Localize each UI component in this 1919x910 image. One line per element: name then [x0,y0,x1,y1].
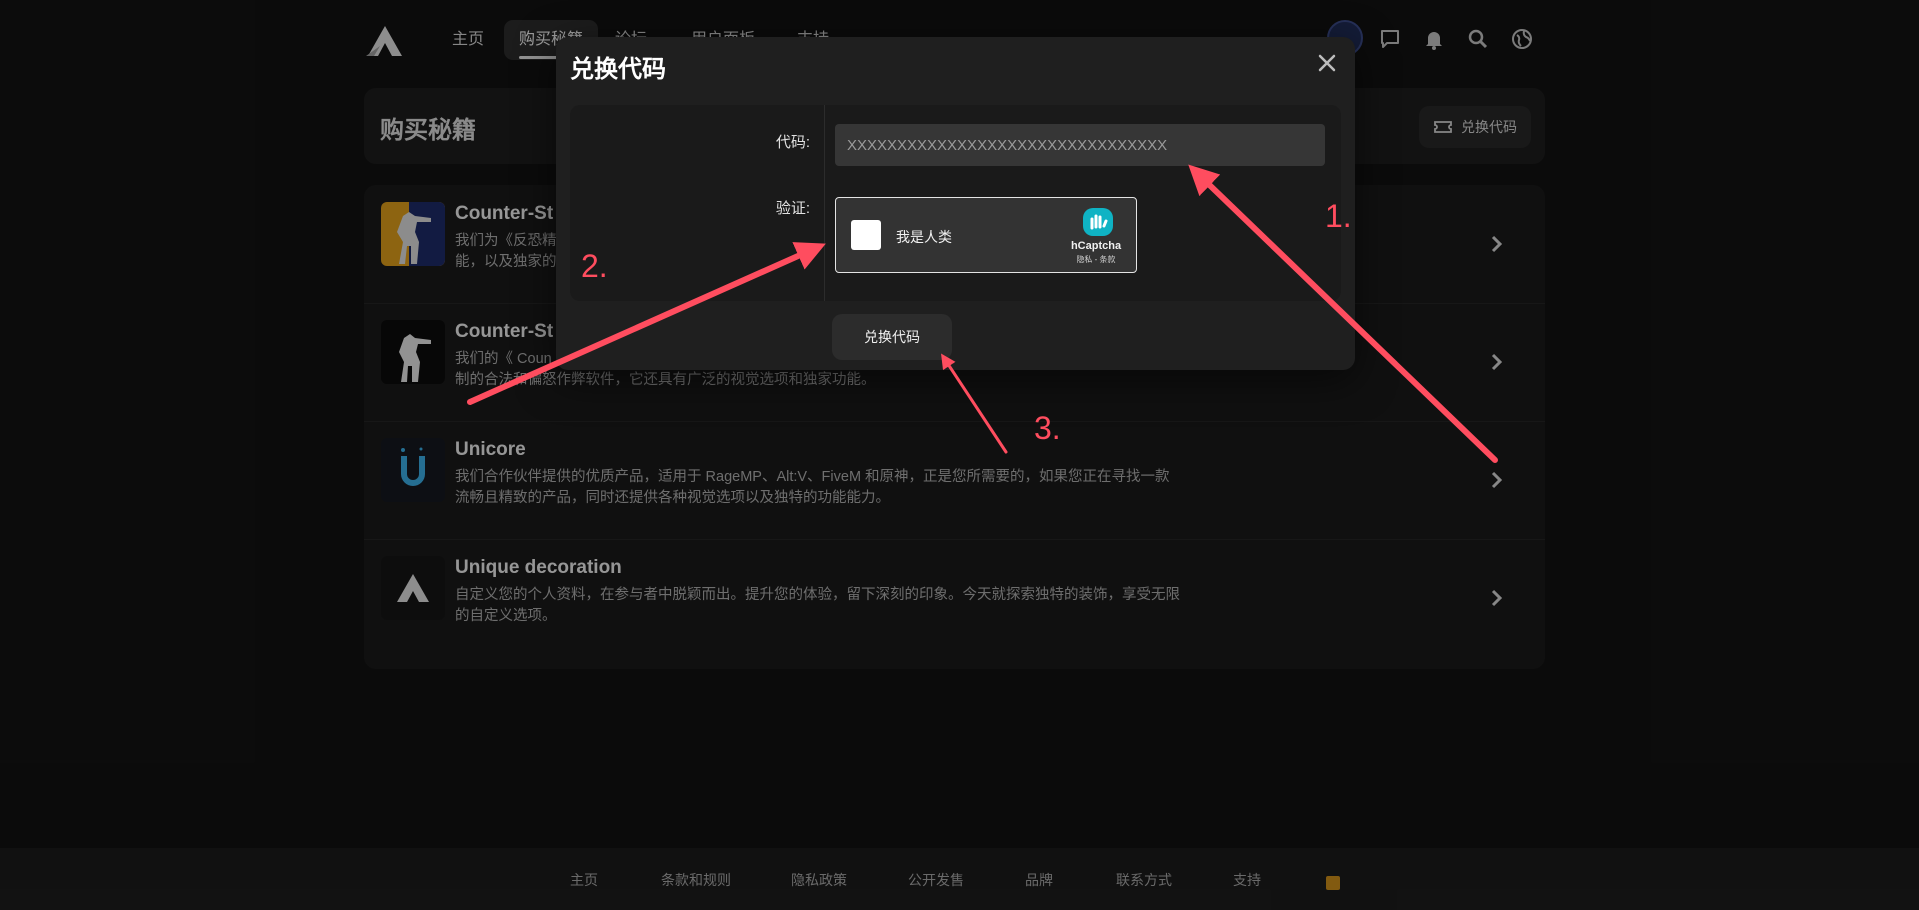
modal-title: 兑换代码 [570,56,666,83]
annotation-step-3: 3. [1034,410,1061,446]
hcaptcha-widget: 我是人类 hCaptcha 隐私 - 条款 [835,197,1137,273]
form-divider [824,105,825,301]
captcha-brand: hCaptcha [1070,240,1122,252]
close-icon[interactable] [1315,51,1339,75]
code-field-label: 代码: [775,134,810,151]
verify-field-label: 验证: [775,200,810,217]
hcaptcha-logo-icon [1083,208,1113,236]
annotation-step-1: 1. [1325,198,1352,234]
annotation-step-2: 2. [581,248,608,284]
captcha-label: 我是人类 [896,229,952,245]
captcha-checkbox[interactable] [851,220,881,250]
code-input[interactable] [835,124,1325,166]
captcha-privacy-terms-link[interactable]: 隐私 - 条款 [1061,254,1131,265]
submit-redeem-button[interactable]: 兑换代码 [832,314,952,360]
